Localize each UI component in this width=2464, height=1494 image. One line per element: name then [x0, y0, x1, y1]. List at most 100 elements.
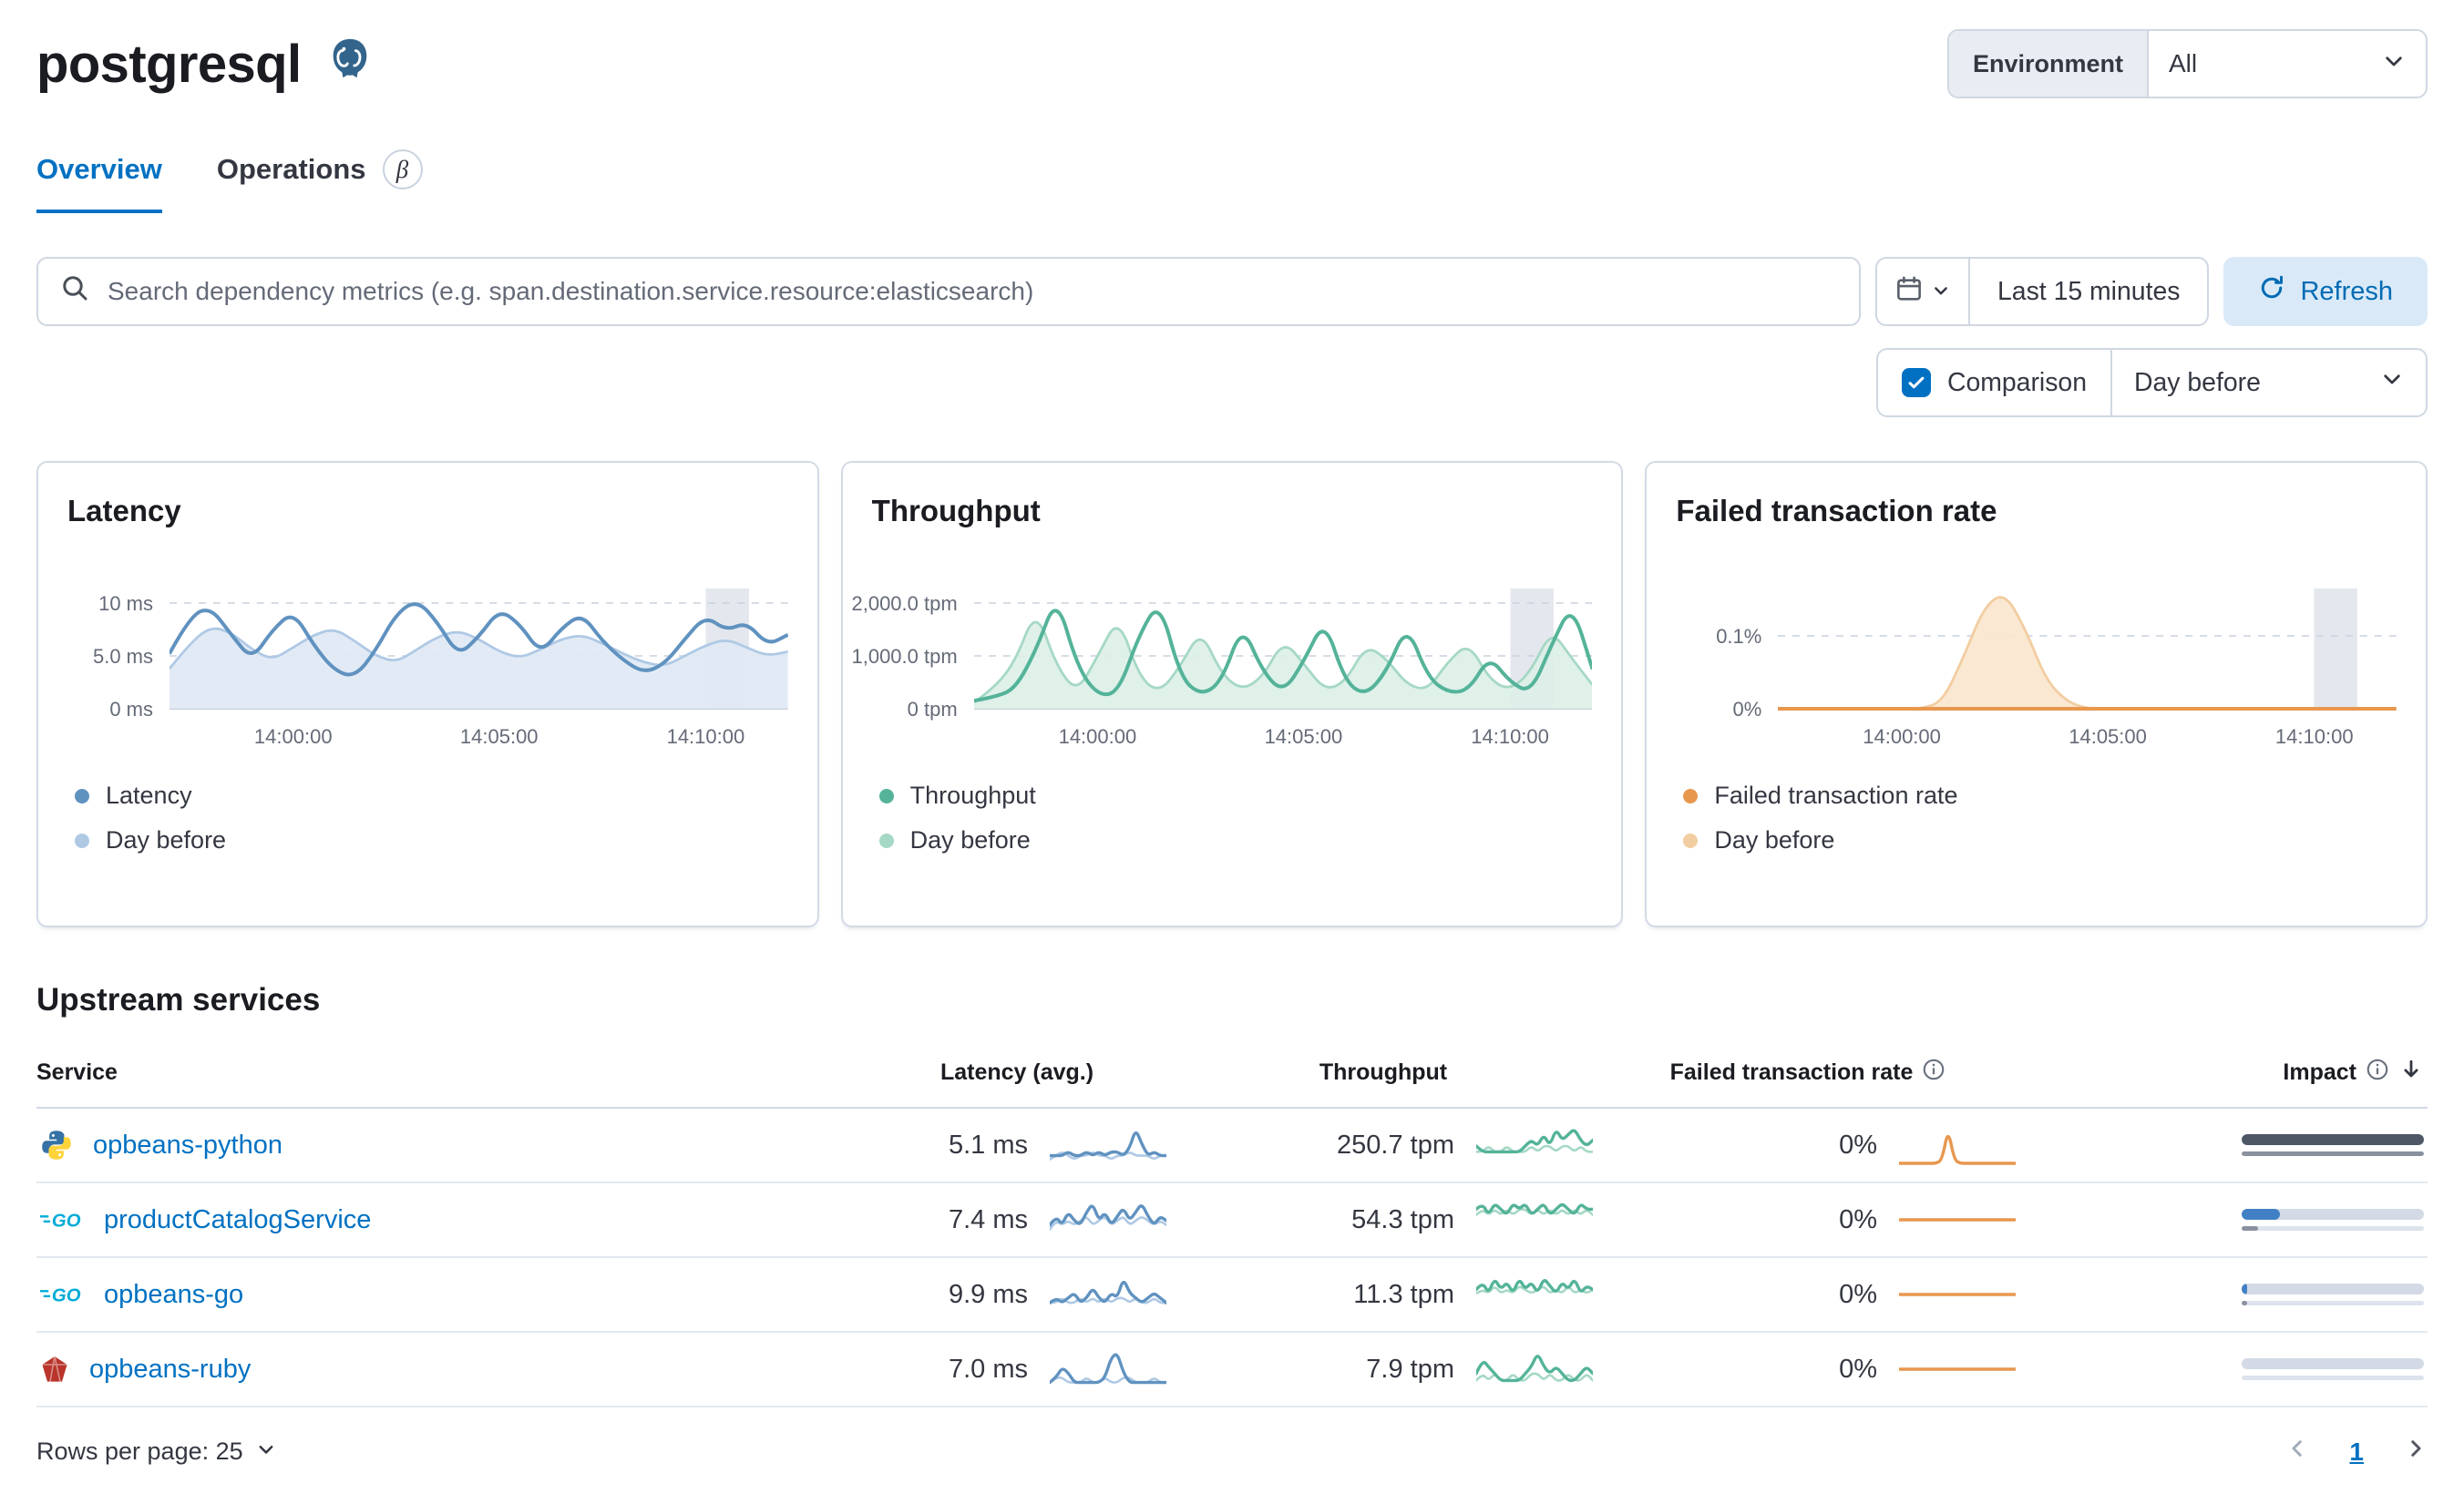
chart-plot: 10 ms 5.0 ms 0 ms — [67, 588, 788, 721]
throughput-sparkline — [1476, 1202, 1593, 1216]
failed-rate-value: 0% — [1839, 1279, 1877, 1309]
y-axis-tick-label: 0% — [1732, 698, 1762, 721]
failed-rate-sparkline — [1899, 1134, 2016, 1165]
impact-bar — [2242, 1134, 2424, 1156]
refresh-button[interactable]: Refresh — [2223, 257, 2428, 326]
legend-item[interactable]: Throughput — [878, 782, 1593, 810]
environment-select[interactable]: All — [2149, 31, 2426, 97]
column-header-latency[interactable]: Latency (avg.) — [864, 1059, 1170, 1086]
legend-item[interactable]: Day before — [1683, 826, 2397, 854]
calendar-icon — [1895, 275, 1923, 309]
service-link[interactable]: opbeans-python — [93, 1131, 282, 1161]
chevron-down-icon — [2380, 367, 2404, 398]
service-link[interactable]: opbeans-ruby — [89, 1355, 251, 1385]
latency-value: 7.0 ms — [948, 1354, 1028, 1384]
postgresql-logo-icon — [325, 36, 375, 92]
comparison-label: Comparison — [1946, 367, 2087, 397]
upstream-services-heading: Upstream services — [36, 982, 321, 1018]
chart-canvas — [169, 588, 788, 710]
service-link[interactable]: productCatalogService — [104, 1205, 371, 1235]
search-bar — [36, 257, 1862, 326]
chart-legend: Latency Day before — [67, 782, 788, 854]
legend-item[interactable]: Day before — [75, 826, 788, 854]
throughput-sparkline — [1476, 1355, 1593, 1383]
comparison-toggle[interactable]: Comparison — [1878, 350, 2112, 415]
environment-filter-group: Environment All — [1946, 29, 2428, 98]
svg-text:GO: GO — [52, 1285, 81, 1305]
table-row-productCatalogService: GO productCatalogService 7.4 ms 54.3 tpm 0% — [36, 1183, 2428, 1258]
legend-dot-icon — [1683, 788, 1699, 803]
tab-operations[interactable]: Operations β — [217, 149, 423, 213]
failed-transaction-rate-chart-card: Failed transaction rate 0.1% 0% 14:00:00 14:… — [1645, 461, 2428, 927]
date-quick-select-button[interactable] — [1877, 259, 1971, 324]
throughput-value: 250.7 tpm — [1337, 1130, 1454, 1160]
chart-plot: 0.1% 0% — [1676, 588, 2397, 721]
legend-item[interactable]: Day before — [878, 826, 1593, 854]
y-axis-tick-label: 1,000.0 tpm — [851, 645, 958, 668]
pagination: 1 — [2285, 1437, 2428, 1467]
latency-sparkline — [1050, 1204, 1166, 1231]
comparison-row: Comparison Day before — [36, 348, 2428, 417]
chart-title: Failed transaction rate — [1676, 494, 1997, 527]
y-axis-tick-label: 0.1% — [1716, 625, 1762, 648]
comparison-select[interactable]: Day before — [2112, 350, 2426, 415]
tab-overview[interactable]: Overview — [36, 149, 162, 213]
chart-canvas — [973, 588, 1593, 710]
throughput-value: 11.3 tpm — [1353, 1279, 1454, 1309]
x-axis-tick-label: 14:05:00 — [459, 725, 539, 748]
service-link[interactable]: opbeans-go — [104, 1280, 243, 1310]
x-axis-tick-label: 14:10:00 — [1471, 725, 1549, 748]
column-header-service[interactable]: Service — [36, 1059, 864, 1086]
legend-dot-icon — [75, 788, 89, 803]
python-icon — [40, 1129, 73, 1161]
y-axis: 10 ms 5.0 ms 0 ms — [67, 588, 169, 721]
y-axis: 0.1% 0% — [1676, 588, 1778, 721]
sort-desc-icon — [2398, 1057, 2424, 1089]
x-axis: 14:00:00 14:05:00 14:10:00 — [169, 725, 788, 752]
x-axis-tick-label: 14:00:00 — [253, 725, 333, 748]
legend-dot-icon — [75, 833, 89, 848]
latency-value: 9.9 ms — [948, 1279, 1028, 1309]
column-header-impact[interactable]: Impact — [2019, 1057, 2428, 1089]
throughput-sparkline — [1476, 1129, 1593, 1154]
svg-text:GO: GO — [52, 1211, 81, 1231]
y-axis-tick-label: 0 tpm — [907, 698, 958, 721]
environment-label: Environment — [1948, 31, 2149, 97]
refresh-icon — [2258, 274, 2285, 309]
rows-per-page-button[interactable]: Rows per page: 25 — [36, 1438, 276, 1466]
pagination-next-button[interactable] — [2404, 1437, 2428, 1467]
toolbar: Last 15 minutes Refresh — [36, 257, 2428, 326]
pagination-prev-button[interactable] — [2285, 1437, 2309, 1467]
column-header-failed-rate[interactable]: Failed transaction rate — [1596, 1058, 2019, 1088]
legend-item[interactable]: Latency — [75, 782, 788, 810]
chart-legend: Throughput Day before — [872, 782, 1593, 854]
legend-dot-icon — [878, 833, 894, 848]
table-row-opbeans-python: opbeans-python 5.1 ms 250.7 tpm 0% — [36, 1109, 2428, 1183]
failed-rate-sparkline — [1899, 1218, 2016, 1222]
tab-bar: Overview Operations β — [36, 149, 2428, 213]
y-axis-tick-label: 5.0 ms — [92, 645, 153, 668]
search-icon — [60, 273, 89, 310]
comparison-checkbox[interactable] — [1901, 368, 1931, 397]
chevron-down-icon — [256, 1438, 276, 1466]
table-row-opbeans-go: GO opbeans-go 9.9 ms 11.3 tpm 0% — [36, 1258, 2428, 1333]
go-icon: GO — [40, 1282, 84, 1307]
latency-sparkline — [1050, 1281, 1166, 1305]
throughput-chart-card: Throughput 2,000.0 tpm 1,000.0 tpm 0 tpm 14:… — [840, 461, 1624, 927]
date-picker-group: Last 15 minutes — [1875, 257, 2210, 326]
legend-item[interactable]: Failed transaction rate — [1683, 782, 2397, 810]
table-footer: Rows per page: 25 1 — [36, 1437, 2428, 1478]
y-axis: 2,000.0 tpm 1,000.0 tpm 0 tpm — [851, 588, 974, 721]
legend-dot-icon — [1683, 833, 1699, 848]
time-range-button[interactable]: Last 15 minutes — [1970, 259, 2207, 324]
x-axis-tick-label: 14:00:00 — [1863, 725, 1941, 748]
chart-title: Latency — [67, 494, 181, 527]
column-header-throughput[interactable]: Throughput — [1170, 1059, 1596, 1086]
apm-dependency-overview-page: postgresql Environment All Overview Oper… — [0, 0, 2464, 1494]
search-input[interactable] — [108, 277, 1838, 306]
pagination-page-1[interactable]: 1 — [2349, 1438, 2364, 1467]
table-row-opbeans-ruby: opbeans-ruby 7.0 ms 7.9 tpm 0% — [36, 1333, 2428, 1407]
y-axis-tick-label: 0 ms — [109, 698, 153, 721]
x-axis: 14:00:00 14:05:00 14:10:00 — [1778, 725, 2397, 752]
failed-rate-sparkline — [1899, 1293, 2016, 1296]
